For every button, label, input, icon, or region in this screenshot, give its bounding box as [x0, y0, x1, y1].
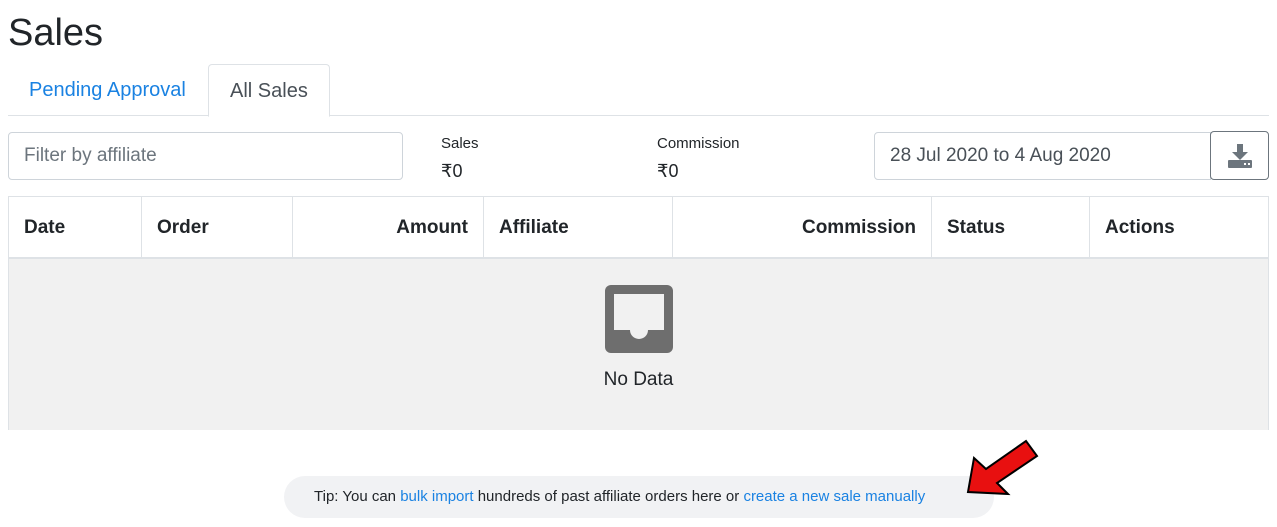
- filter-affiliate-input[interactable]: [8, 132, 403, 180]
- sales-stat-label: Sales: [441, 135, 479, 152]
- empty-state: No Data: [9, 259, 1268, 430]
- download-icon: [1227, 143, 1252, 168]
- inbox-icon: [605, 285, 673, 353]
- tab-all-sales[interactable]: All Sales: [208, 64, 330, 117]
- tab-pending-approval[interactable]: Pending Approval: [8, 64, 207, 116]
- commission-stat: Commission ₹0: [657, 134, 740, 185]
- date-range-picker[interactable]: 28 Jul 2020 to 4 Aug 2020: [874, 132, 1211, 180]
- page-title: Sales: [8, 12, 104, 54]
- sales-stat-value: ₹0: [441, 161, 463, 181]
- create-sale-manually-link[interactable]: create a new sale manually: [743, 488, 925, 505]
- sales-stat: Sales ₹0: [441, 134, 479, 185]
- commission-stat-value: ₹0: [657, 161, 679, 181]
- sales-table: Date Order Amount Affiliate Commission S…: [8, 196, 1269, 430]
- download-button[interactable]: [1210, 131, 1269, 180]
- column-header-affiliate[interactable]: Affiliate: [484, 197, 673, 257]
- annotation-arrow-icon: [966, 439, 1039, 496]
- table-header: Date Order Amount Affiliate Commission S…: [9, 197, 1268, 259]
- column-header-actions: Actions: [1105, 217, 1175, 238]
- tip-prefix: Tip: You can: [314, 488, 401, 505]
- bulk-import-link[interactable]: bulk import: [400, 488, 473, 505]
- column-header-date[interactable]: Date: [9, 197, 142, 257]
- tip-middle: hundreds of past affiliate orders here o…: [473, 488, 744, 505]
- column-header-amount[interactable]: Amount: [293, 197, 484, 257]
- tip-banner: Tip: You can bulk import hundreds of pas…: [284, 476, 994, 518]
- tab-bar: Pending Approval All Sales: [8, 64, 1269, 117]
- column-header-commission[interactable]: Commission: [673, 197, 932, 257]
- column-header-order[interactable]: Order: [142, 197, 293, 257]
- empty-state-text: No Data: [603, 369, 674, 390]
- column-header-status[interactable]: Status: [932, 197, 1090, 257]
- commission-stat-label: Commission: [657, 135, 740, 152]
